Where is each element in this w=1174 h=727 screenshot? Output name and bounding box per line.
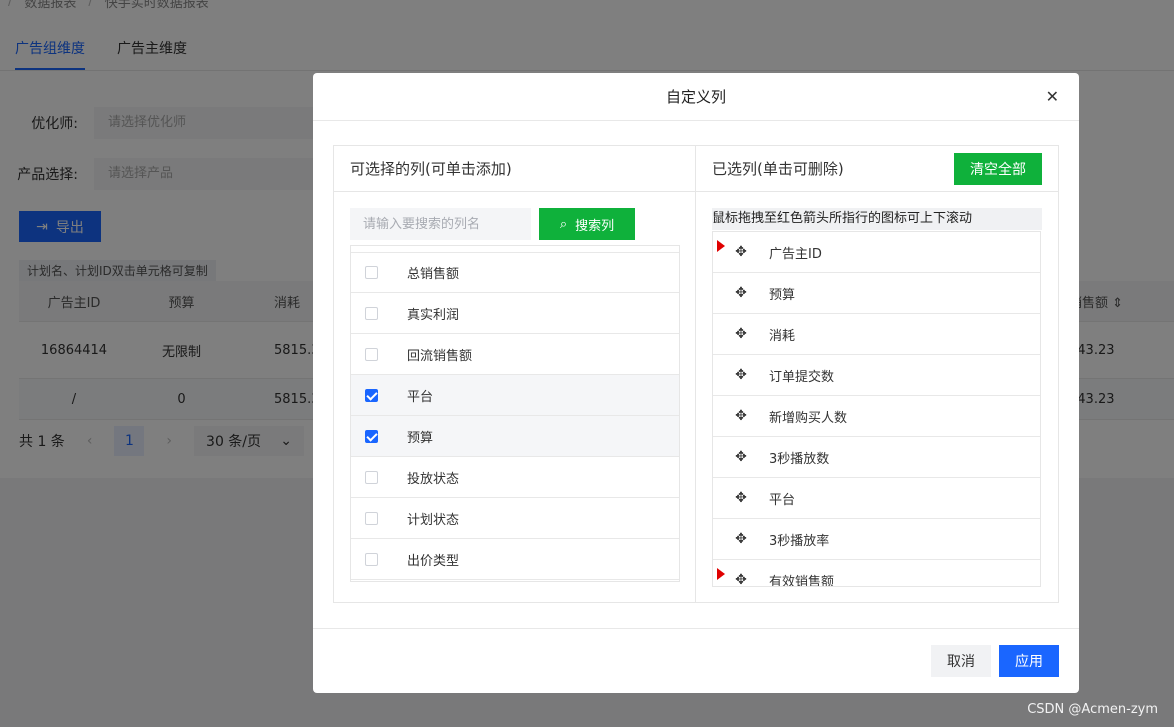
drag-handle-icon[interactable]: ✥ — [713, 531, 769, 547]
dialog-title: 自定义列 — [665, 88, 726, 106]
list-item[interactable]: 投放状态 — [351, 457, 679, 498]
search-columns-button[interactable]: ⌕ 搜索列 — [539, 208, 635, 240]
checkbox[interactable] — [365, 470, 378, 484]
list-item[interactable]: 回流销售额 — [351, 334, 679, 375]
dialog-footer-divider — [313, 628, 1079, 629]
selected-columns-panel: 已选列(单击可删除) 清空全部 鼠标拖拽至红色箭头所指行的图标可上下滚动 ✥ 广告… — [696, 146, 1058, 602]
available-columns-list[interactable]: 总销售额 真实利润 回流销售额 平台 预算 投放状态 计划状态 出价类型 — [350, 245, 680, 582]
list-item[interactable]: 出价类型 — [351, 539, 679, 580]
clear-all-button[interactable]: 清空全部 — [954, 153, 1042, 185]
checkbox-checked[interactable] — [365, 429, 378, 443]
drag-handle-icon[interactable]: ✥ — [713, 285, 769, 301]
list-item[interactable]: ✥ 消耗 — [713, 314, 1040, 355]
search-icon: ⌕ — [559, 216, 568, 232]
dialog-header: 自定义列 ✕ — [313, 73, 1079, 121]
cancel-button[interactable]: 取消 — [931, 645, 991, 677]
list-item[interactable]: ✥ 订单提交数 — [713, 355, 1040, 396]
checkbox[interactable] — [365, 347, 378, 361]
list-item[interactable]: ✥ 有效销售额 — [713, 560, 1040, 586]
checkbox[interactable] — [365, 511, 378, 525]
scroll-arrow-icon — [717, 240, 725, 252]
list-item[interactable]: 预算 — [351, 416, 679, 457]
list-item[interactable]: 真实利润 — [351, 293, 679, 334]
list-item[interactable]: ✥ 3秒播放数 — [713, 437, 1040, 478]
list-item[interactable]: 平台 — [351, 375, 679, 416]
list-item[interactable]: 总销售额 — [351, 252, 679, 293]
list-item[interactable]: ✥ 广告主ID — [713, 232, 1040, 273]
column-search: ⌕ 搜索列 — [350, 208, 635, 240]
close-icon[interactable]: ✕ — [1046, 87, 1059, 106]
drag-handle-icon[interactable]: ✥ — [713, 326, 769, 342]
drag-handle-icon[interactable]: ✥ — [713, 490, 769, 506]
custom-columns-dialog: 自定义列 ✕ 可选择的列(可单击添加) ⌕ 搜索列 总销售额 真实利润 回流销售… — [313, 73, 1079, 693]
list-item[interactable]: ✥ 3秒播放率 — [713, 519, 1040, 560]
drag-hint: 鼠标拖拽至红色箭头所指行的图标可上下滚动 — [712, 208, 1042, 230]
scroll-arrow-icon — [717, 568, 725, 580]
list-item[interactable]: ✥ 预算 — [713, 273, 1040, 314]
list-item[interactable]: ✥ 平台 — [713, 478, 1040, 519]
drag-handle-icon[interactable]: ✥ — [713, 367, 769, 383]
column-search-input[interactable] — [350, 208, 531, 240]
watermark: CSDN @Acmen-zym — [1027, 702, 1158, 717]
checkbox-checked[interactable] — [365, 388, 378, 402]
checkbox[interactable] — [365, 266, 378, 279]
dialog-body: 可选择的列(可单击添加) ⌕ 搜索列 总销售额 真实利润 回流销售额 平台 预算… — [333, 145, 1059, 603]
available-columns-panel: 可选择的列(可单击添加) ⌕ 搜索列 总销售额 真实利润 回流销售额 平台 预算… — [334, 146, 696, 602]
list-item[interactable]: ✥ 新增购买人数 — [713, 396, 1040, 437]
selected-columns-list[interactable]: ✥ 广告主ID ✥ 预算 ✥ 消耗 ✥ 订单提交数 ✥ 新增购买人数 ✥ 3秒播放数 ✥ 平台… — [712, 231, 1041, 587]
drag-handle-icon[interactable]: ✥ — [713, 449, 769, 465]
checkbox[interactable] — [365, 306, 378, 320]
available-columns-title: 可选择的列(可单击添加) — [334, 146, 695, 192]
list-item[interactable]: 计划状态 — [351, 498, 679, 539]
drag-handle-icon[interactable]: ✥ — [713, 408, 769, 424]
apply-button[interactable]: 应用 — [999, 645, 1059, 677]
checkbox[interactable] — [365, 552, 378, 566]
